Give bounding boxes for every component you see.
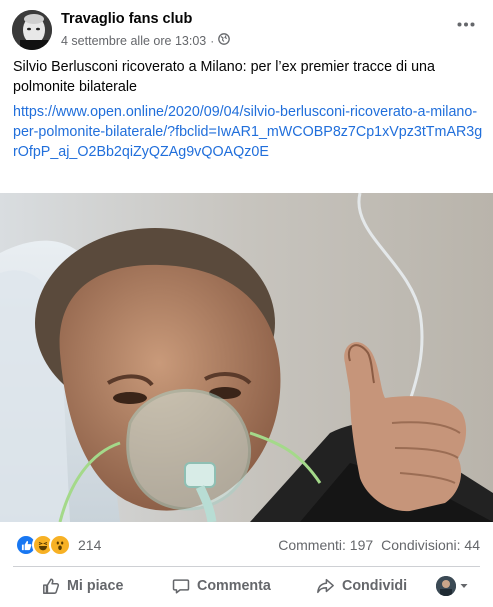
post-photo[interactable] xyxy=(0,193,493,522)
reaction-count: 214 xyxy=(78,537,102,553)
post-link[interactable]: https://www.open.online/2020/09/04/silvi… xyxy=(13,102,483,162)
hospital-patient-image xyxy=(0,193,493,522)
reaction-summary[interactable]: 214 xyxy=(15,534,101,556)
post-actions: Mi piace Commenta Condividi xyxy=(0,569,493,605)
react-as-selector[interactable] xyxy=(436,569,469,603)
profile-avatar xyxy=(436,576,456,596)
post-meta: 4 settembre alle ore 13:03 · xyxy=(61,33,231,48)
chevron-down-icon xyxy=(460,584,468,588)
ellipsis-icon xyxy=(457,22,475,26)
facebook-post: Travaglio fans club 4 settembre alle ore… xyxy=(0,0,493,607)
comment-label: Commenta xyxy=(197,578,271,594)
divider xyxy=(13,566,480,567)
post-text: Silvio Berlusconi ricoverato a Milano: p… xyxy=(13,59,435,95)
like-label: Mi piace xyxy=(67,578,124,594)
shares-count[interactable]: Condivisioni: 44 xyxy=(381,537,480,553)
comment-button[interactable]: Commenta xyxy=(172,569,271,603)
meta-separator: · xyxy=(210,33,215,48)
page-avatar[interactable] xyxy=(12,10,52,50)
post-header: Travaglio fans club 4 settembre alle ore… xyxy=(12,8,483,52)
post-timestamp[interactable]: 4 settembre alle ore 13:03 xyxy=(61,34,206,48)
wow-icon xyxy=(49,534,71,556)
share-label: Condividi xyxy=(342,578,408,594)
share-icon xyxy=(317,578,334,594)
comment-icon xyxy=(172,579,190,594)
share-button[interactable]: Condividi xyxy=(316,569,407,603)
more-options-button[interactable] xyxy=(453,14,479,34)
globe-icon xyxy=(218,33,231,48)
comments-count[interactable]: Commenti: 197 xyxy=(278,537,373,553)
thumbs-up-icon xyxy=(43,578,60,594)
engagement-counts: Commenti: 197 Condivisioni: 44 xyxy=(278,537,480,553)
like-button[interactable]: Mi piace xyxy=(42,569,123,603)
page-name-link[interactable]: Travaglio fans club xyxy=(61,11,192,27)
